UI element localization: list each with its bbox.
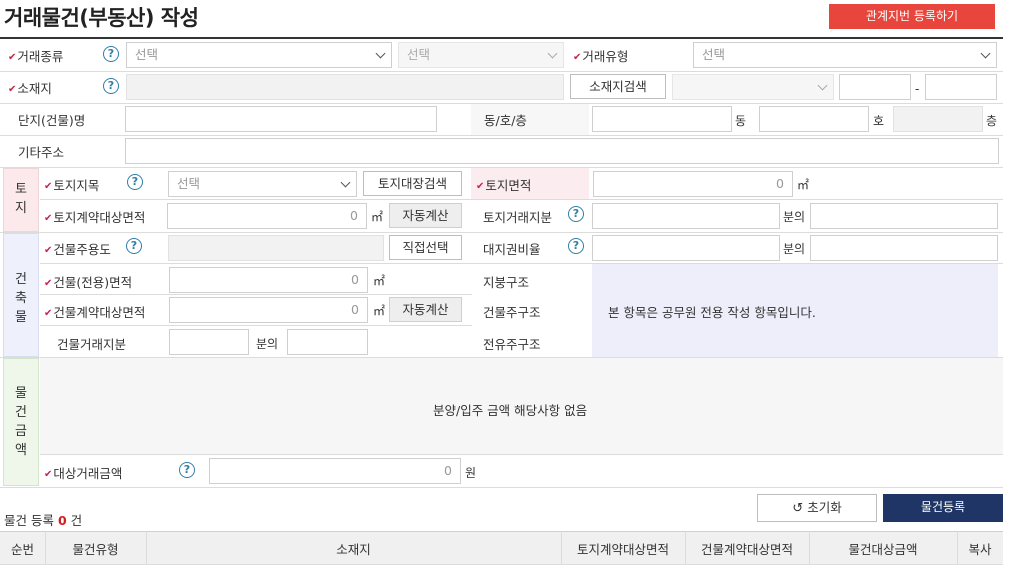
- floor-unit: 층: [986, 114, 998, 128]
- sale-notice-text: 분양/입주 금액 해당사항 없음: [433, 403, 588, 418]
- building-contract-area-unit: ㎡: [373, 304, 386, 318]
- dong-input[interactable]: [592, 106, 732, 132]
- help-icon[interactable]: ?: [568, 238, 584, 254]
- building-section-label: 건축물: [15, 272, 27, 325]
- land-right-unit: 분의: [783, 242, 806, 256]
- building-contract-area-label: 건물계약대상면적: [44, 302, 145, 321]
- building-share-numerator-input[interactable]: [169, 329, 249, 355]
- trade-subtype-select[interactable]: 선택: [398, 42, 564, 68]
- page-title: 거래물건(부동산) 작성: [4, 6, 199, 30]
- land-right-denominator-input[interactable]: [810, 235, 998, 261]
- location-label: 소재지: [8, 78, 52, 97]
- floor-input[interactable]: [893, 106, 983, 132]
- building-share-unit: 분의: [256, 337, 279, 351]
- land-share-numerator-input[interactable]: [592, 203, 780, 229]
- land-area-label: 토지면적: [476, 175, 531, 194]
- col-building-contract-area: 건물계약대상면적: [700, 542, 793, 557]
- chevron-down-icon: [980, 48, 991, 59]
- land-contract-area-label: 토지계약대상면적: [44, 207, 145, 226]
- other-address-input[interactable]: [125, 138, 999, 164]
- trade-type-label: 거래종류: [8, 46, 63, 65]
- exclusive-structure-label: 전유주구조: [483, 337, 541, 352]
- dong-ho-floor-label: 동/호/층: [484, 113, 527, 128]
- land-share-unit: 분의: [783, 210, 806, 224]
- dong-unit: 동: [735, 114, 747, 128]
- land-right-ratio-label: 대지권비율: [483, 242, 541, 257]
- location-detail-select[interactable]: [672, 74, 834, 100]
- land-area-input[interactable]: 0: [593, 171, 793, 197]
- land-auto-calc-button[interactable]: 자동계산: [389, 203, 462, 228]
- trade-type-select[interactable]: 선택: [126, 42, 392, 68]
- building-usage-label: 건물주용도: [44, 239, 111, 258]
- land-share-denominator-input[interactable]: [810, 203, 998, 229]
- land-right-numerator-input[interactable]: [592, 235, 780, 261]
- registered-count: 물건 등록 0 건: [4, 513, 83, 528]
- col-item-amount: 물건대상금액: [848, 542, 918, 557]
- land-contract-area-unit: ㎡: [371, 210, 384, 224]
- register-item-button[interactable]: 물건등록: [883, 494, 1003, 522]
- amount-section-label: 물건금액: [15, 386, 27, 458]
- land-category-label: 토지지목: [44, 175, 99, 194]
- col-land-contract-area: 토지계약대상면적: [576, 542, 669, 557]
- land-contract-area-input[interactable]: 0: [167, 203, 367, 229]
- building-exclusive-area-input[interactable]: 0: [169, 267, 368, 293]
- target-amount-label: 대상거래금액: [44, 463, 122, 482]
- col-copy: 복사: [968, 542, 992, 557]
- help-icon[interactable]: ?: [103, 78, 119, 94]
- header-divider: [0, 37, 1003, 39]
- dash-separator: -: [915, 82, 920, 96]
- land-area-unit: ㎡: [797, 178, 810, 192]
- official-only-notice: 본 항목은 공무원 전용 작성 항목입니다.: [608, 305, 816, 320]
- building-contract-area-input[interactable]: 0: [169, 297, 368, 323]
- ho-input[interactable]: [759, 106, 869, 132]
- building-exclusive-area-unit: ㎡: [373, 274, 386, 288]
- reset-button[interactable]: ↺ 초기화: [757, 494, 877, 522]
- roof-structure-label: 지붕구조: [483, 275, 530, 290]
- direct-select-button[interactable]: 직접선택: [389, 235, 462, 260]
- chevron-down-icon: [375, 48, 386, 59]
- chevron-down-icon: [817, 80, 828, 91]
- register-related-lot-button[interactable]: 관계지번 등록하기: [829, 4, 995, 29]
- building-usage-input[interactable]: [168, 235, 384, 261]
- chevron-down-icon: [340, 177, 351, 188]
- ho-unit: 호: [873, 114, 885, 128]
- lot-number-sub-input[interactable]: [925, 74, 997, 100]
- land-registry-search-button[interactable]: 토지대장검색: [363, 171, 462, 196]
- land-category-select[interactable]: 선택: [168, 171, 357, 197]
- land-section-label: 토지: [15, 182, 27, 216]
- building-share-label: 건물거래지분: [57, 337, 127, 352]
- chevron-down-icon: [547, 48, 558, 59]
- land-share-label: 토지거래지분: [483, 210, 553, 225]
- main-structure-label: 건물주구조: [483, 305, 541, 320]
- building-auto-calc-button[interactable]: 자동계산: [389, 297, 462, 322]
- help-icon[interactable]: ?: [127, 174, 143, 190]
- building-exclusive-area-label: 건물(전용)면적: [44, 272, 132, 291]
- help-icon[interactable]: ?: [126, 238, 142, 254]
- complex-name-input[interactable]: [125, 106, 437, 132]
- refresh-icon: ↺: [792, 501, 804, 516]
- location-input[interactable]: [126, 74, 564, 100]
- col-seq: 순번: [10, 542, 34, 557]
- col-item-type: 물건유형: [72, 542, 119, 557]
- help-icon[interactable]: ?: [568, 206, 584, 222]
- help-icon[interactable]: ?: [179, 462, 195, 478]
- lot-number-main-input[interactable]: [839, 74, 911, 100]
- trade-category-label: 거래유형: [573, 46, 628, 65]
- location-search-button[interactable]: 소재지검색: [570, 74, 666, 99]
- target-amount-unit: 원: [465, 466, 477, 480]
- other-address-label: 기타주소: [18, 145, 65, 160]
- help-icon[interactable]: ?: [103, 46, 119, 62]
- building-share-denominator-input[interactable]: [287, 329, 368, 355]
- trade-category-select[interactable]: 선택: [693, 42, 997, 68]
- target-amount-input[interactable]: 0: [209, 458, 461, 484]
- complex-name-label: 단지(건물)명: [18, 113, 86, 128]
- col-location: 소재지: [336, 542, 371, 557]
